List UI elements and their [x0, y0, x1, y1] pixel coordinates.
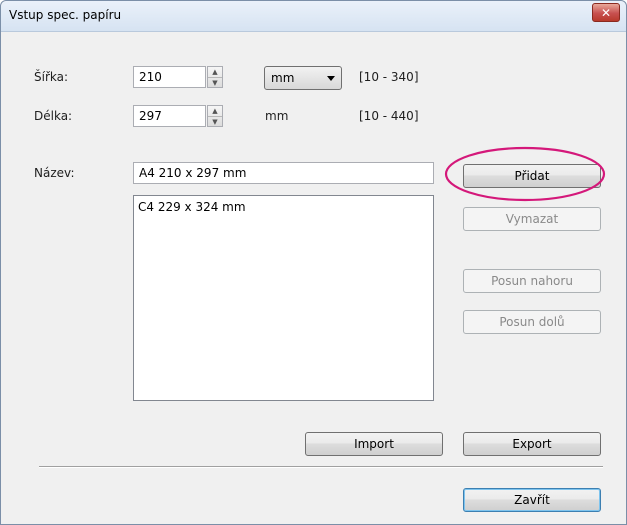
list-item[interactable]: C4 229 x 324 mm [138, 200, 429, 214]
length-label: Délka: [34, 109, 73, 123]
paper-size-list[interactable]: C4 229 x 324 mm [133, 195, 434, 401]
spin-up-icon[interactable]: ▲ [208, 67, 222, 77]
dialog-body: Šířka: 210 ▲ ▼ mm [10 - 340] Délka: 297 … [2, 32, 625, 524]
length-unit: mm [265, 109, 289, 123]
width-range: [10 - 340] [359, 70, 419, 84]
width-spinner[interactable]: ▲ ▼ [207, 66, 223, 88]
paper-size-dialog: Vstup spec. papíru ✕ Šířka: 210 ▲ ▼ mm [… [0, 0, 627, 525]
chevron-down-icon [327, 76, 335, 81]
add-button[interactable]: Přidat [463, 164, 601, 188]
spin-down-icon[interactable]: ▼ [208, 77, 222, 87]
unit-dropdown[interactable]: mm [264, 66, 342, 90]
close-window-button[interactable]: ✕ [592, 3, 620, 22]
name-label: Název: [34, 166, 75, 180]
close-icon: ✕ [600, 5, 612, 20]
move-up-button[interactable]: Posun nahoru [463, 269, 601, 293]
spin-up-icon[interactable]: ▲ [208, 106, 222, 116]
export-button[interactable]: Export [463, 432, 601, 456]
length-spinner[interactable]: ▲ ▼ [207, 105, 223, 127]
spin-down-icon[interactable]: ▼ [208, 116, 222, 126]
close-button[interactable]: Zavřít [463, 488, 601, 512]
length-input[interactable]: 297 [133, 105, 206, 127]
unit-dropdown-value: mm [271, 71, 295, 85]
title-bar: Vstup spec. papíru ✕ [1, 1, 626, 32]
length-range: [10 - 440] [359, 109, 419, 123]
import-button[interactable]: Import [305, 432, 443, 456]
name-input[interactable]: A4 210 x 297 mm [133, 162, 434, 184]
move-down-button[interactable]: Posun dolů [463, 310, 601, 334]
delete-button[interactable]: Vymazat [463, 207, 601, 231]
window-title: Vstup spec. papíru [9, 8, 122, 22]
width-input[interactable]: 210 [133, 66, 206, 88]
width-label: Šířka: [34, 70, 69, 84]
separator [39, 466, 603, 468]
